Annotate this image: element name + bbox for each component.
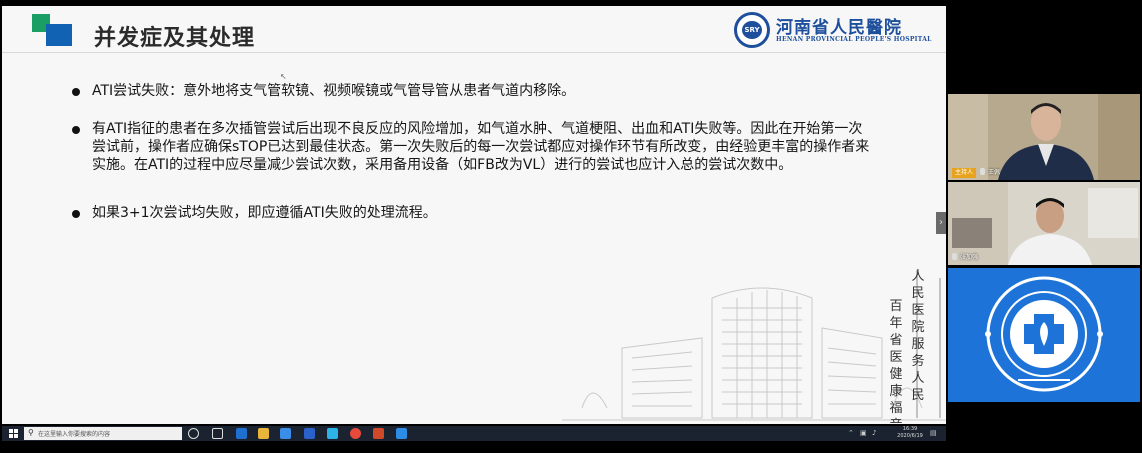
- presentation-slide: 并发症及其处理 ↖ SRY 河南省人民醫院 HENAN PROVINCIAL P…: [2, 6, 946, 424]
- society-emblem-icon: [948, 268, 1140, 402]
- search-placeholder: 在这里输入你要搜索的内容: [38, 431, 111, 438]
- network-icon[interactable]: ▣: [860, 429, 867, 437]
- calligraphy-column-2: 百年省医健康福音: [889, 299, 903, 424]
- participant-video-2[interactable]: 张加强: [948, 182, 1140, 265]
- bullet-dot-icon: [72, 88, 80, 96]
- cortana-icon[interactable]: [188, 428, 199, 439]
- bullet-item: ATI尝试失败：意外地将支气管软镜、视频喉镜或气管导管从患者气道内移除。: [72, 82, 872, 100]
- tray-arrow-icon[interactable]: ⌃: [848, 429, 854, 437]
- powerpoint-icon[interactable]: [373, 428, 384, 439]
- slide-title: 并发症及其处理: [94, 26, 256, 51]
- mail-icon[interactable]: [304, 428, 315, 439]
- windows-start-icon[interactable]: [9, 429, 19, 438]
- bullet-text: 有ATI指征的患者在多次插管尝试后出现不良反应的风险增加，如气道水肿、气道梗阻、…: [92, 121, 870, 173]
- mic-icon: [952, 253, 957, 260]
- volume-icon[interactable]: ♪: [872, 429, 876, 437]
- taskbar-clock[interactable]: 16:39 2020/6/19: [890, 426, 930, 440]
- participant-video-3-avatar[interactable]: [948, 268, 1140, 402]
- participant-2-label: 张加强: [952, 253, 978, 263]
- hospital-logo: SRY 河南省人民醫院 HENAN PROVINCIAL PEOPLE'S HO…: [734, 12, 944, 48]
- title-divider: [2, 52, 946, 53]
- clock-date: 2020/6/19: [897, 433, 923, 439]
- search-icon: ⚲: [28, 428, 34, 437]
- edge-browser-icon[interactable]: [236, 428, 247, 439]
- mic-icon: [980, 168, 986, 175]
- store-icon[interactable]: [280, 428, 291, 439]
- bullet-dot-icon: [72, 126, 80, 134]
- participant-1-name: 王佩: [988, 169, 1001, 176]
- host-badge: 主持人: [952, 168, 977, 178]
- participant-2-name: 张加强: [960, 254, 979, 261]
- bullet-text: ATI尝试失败：意外地将支气管软镜、视频喉镜或气管导管从患者气道内移除。: [92, 83, 576, 99]
- mouse-cursor-icon: ↖: [280, 72, 287, 81]
- bullet-dot-icon: [72, 210, 80, 218]
- notification-icon[interactable]: ▤: [930, 429, 937, 437]
- title-accent-blue: [46, 24, 72, 46]
- app-icon[interactable]: [327, 428, 338, 439]
- bullet-item: 有ATI指征的患者在多次插管尝试后出现不良反应的风险增加，如气道水肿、气道梗阻、…: [72, 120, 872, 174]
- bullet-text: 如果3+1次尝试均失败，即应遵循ATI失败的处理流程。: [92, 205, 437, 221]
- collapse-panel-handle[interactable]: ›: [936, 212, 946, 234]
- meeting-app-icon[interactable]: [396, 428, 407, 439]
- participant-video-1[interactable]: 主持人 王佩: [948, 94, 1140, 180]
- file-explorer-icon[interactable]: [258, 428, 269, 439]
- calligraphy-column-1: 人民医院服务人民: [911, 269, 925, 403]
- task-view-icon[interactable]: [212, 428, 223, 439]
- hospital-seal-icon: SRY: [734, 12, 770, 48]
- hospital-name-cn: 河南省人民醫院: [776, 18, 902, 38]
- chrome-icon[interactable]: [350, 428, 361, 439]
- windows-taskbar: ⚲ 在这里输入你要搜索的内容 ⌃ ▣ ♪ 16:39 2020/6/19 ▤: [2, 426, 946, 441]
- hospital-name-en: HENAN PROVINCIAL PEOPLE'S HOSPITAL: [776, 36, 932, 43]
- clock-time: 16:39: [902, 426, 918, 432]
- screen: 并发症及其处理 ↖ SRY 河南省人民醫院 HENAN PROVINCIAL P…: [0, 0, 1142, 453]
- bullet-item: 如果3+1次尝试均失败，即应遵循ATI失败的处理流程。: [72, 204, 872, 222]
- seal-text: SRY: [742, 21, 762, 39]
- participant-1-label: 主持人 王佩: [952, 168, 1000, 178]
- taskbar-search-input[interactable]: ⚲ 在这里输入你要搜索的内容: [24, 427, 182, 440]
